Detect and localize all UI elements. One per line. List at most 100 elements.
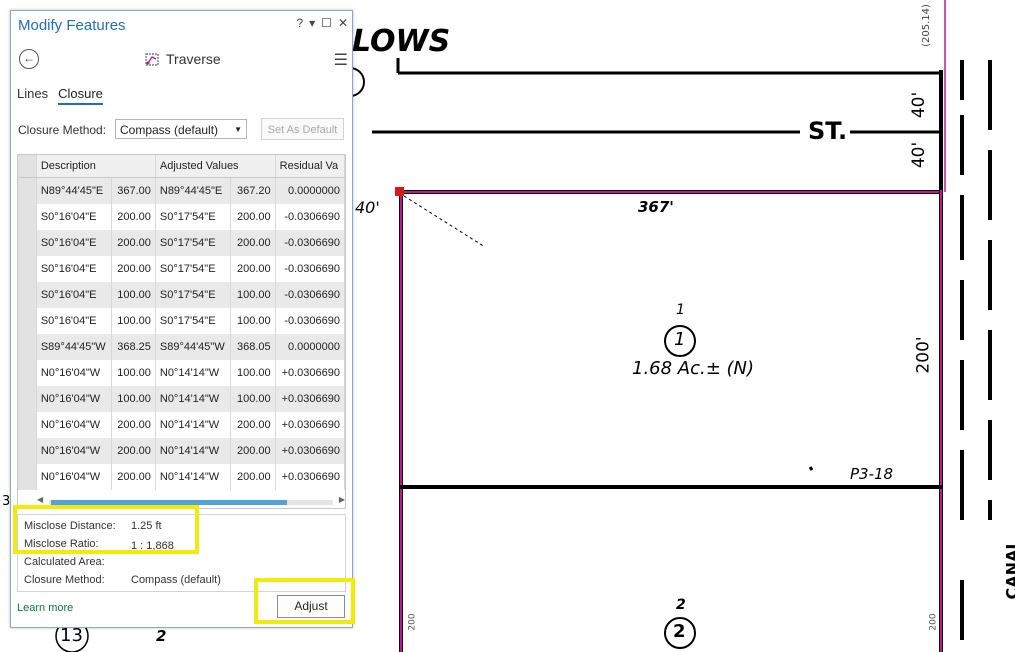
row-header-cell[interactable] [18,230,37,256]
adjusted-bearing-cell[interactable]: N0°14'14"W [155,464,232,490]
adjusted-bearing-cell[interactable]: S0°17'54"E [155,308,232,334]
description-bearing-cell[interactable]: N0°16'04"W [36,360,113,386]
description-distance-cell[interactable]: 100.00 [111,308,156,334]
adjusted-distance-cell[interactable]: 100.00 [230,308,276,334]
residual-cell[interactable]: -0.0306690 [275,204,345,230]
residual-cell[interactable]: -0.0306690 [275,308,345,334]
description-distance-cell[interactable]: 200.00 [111,412,156,438]
description-bearing-cell[interactable]: S0°16'04"E [36,282,113,308]
adjusted-distance-cell[interactable]: 100.00 [230,282,276,308]
description-distance-cell[interactable]: 100.00 [111,282,156,308]
adjusted-distance-cell[interactable]: 200.00 [230,230,276,256]
residual-cell[interactable]: +0.0306690 [275,412,345,438]
adjusted-bearing-cell[interactable]: S0°17'54"E [155,256,232,282]
adjusted-distance-cell[interactable]: 200.00 [230,412,276,438]
row-header-cell[interactable] [18,438,37,464]
description-bearing-cell[interactable]: N89°44'45"E [36,177,113,204]
column-header-adjusted-values[interactable]: Adjusted Values [155,155,276,178]
table-row[interactable]: N0°16'04"W 200.00 N0°14'14"W 200.00 +0.03066… [18,438,345,464]
closure-method-dropdown[interactable]: Compass (default) ▼ [115,119,247,139]
options-dropdown-icon[interactable]: ▾ [309,16,315,30]
description-distance-cell[interactable]: 200.00 [111,230,156,256]
residual-cell[interactable]: +0.0306690 [275,386,345,412]
hamburger-menu-icon[interactable]: ☰ [334,50,348,70]
residual-cell[interactable]: +0.0306690 [275,438,345,464]
tab-closure[interactable]: Closure [58,86,103,105]
adjusted-distance-cell[interactable]: 200.00 [230,256,276,282]
description-distance-cell[interactable]: 200.00 [111,438,156,464]
row-header-cell[interactable] [18,308,37,334]
table-row[interactable]: S0°16'04"E 100.00 S0°17'54"E 100.00 -0.03066… [18,282,345,308]
residual-cell[interactable]: +0.0306690 [275,360,345,386]
table-row[interactable]: S0°16'04"E 100.00 S0°17'54"E 100.00 -0.03066… [18,308,345,334]
table-row[interactable]: N0°16'04"W 100.00 N0°14'14"W 100.00 +0.03066… [18,360,345,386]
close-icon[interactable]: ✕ [338,16,348,30]
adjusted-bearing-cell[interactable]: N0°14'14"W [155,386,232,412]
description-bearing-cell[interactable]: S0°16'04"E [36,308,113,334]
description-distance-cell[interactable]: 200.00 [111,256,156,282]
description-distance-cell[interactable]: 367.00 [111,177,156,204]
adjusted-bearing-cell[interactable]: N0°14'14"W [155,412,232,438]
description-bearing-cell[interactable]: N0°16'04"W [36,438,113,464]
description-distance-cell[interactable]: 200.00 [111,204,156,230]
adjusted-bearing-cell[interactable]: S0°17'54"E [155,230,232,256]
set-as-default-button[interactable]: Set As Default [261,118,344,140]
residual-cell[interactable]: -0.0306690 [275,282,345,308]
description-bearing-cell[interactable]: N0°16'04"W [36,386,113,412]
scroll-right-icon[interactable]: ▶ [339,495,345,504]
learn-more-link[interactable]: Learn more [17,602,73,614]
description-bearing-cell[interactable]: N0°16'04"W [36,412,113,438]
adjusted-bearing-cell[interactable]: N0°14'14"W [155,360,232,386]
maximize-icon[interactable]: ☐ [321,16,332,30]
adjusted-distance-cell[interactable]: 200.00 [230,204,276,230]
help-button[interactable]: ? [296,16,303,30]
adjusted-distance-cell[interactable]: 368.05 [230,334,276,360]
closure-grid[interactable]: Description Adjusted Values Residual Va … [17,154,346,509]
table-row[interactable]: N0°16'04"W 100.00 N0°14'14"W 100.00 +0.03066… [18,386,345,412]
adjusted-distance-cell[interactable]: 200.00 [230,464,276,490]
table-row[interactable]: S0°16'04"E 200.00 S0°17'54"E 200.00 -0.03066… [18,230,345,256]
row-header-cell[interactable] [18,204,37,230]
adjusted-bearing-cell[interactable]: N0°14'14"W [155,438,232,464]
column-header-description[interactable]: Description [36,155,156,178]
table-row[interactable]: S89°44'45"W 368.25 S89°44'45"W 368.05 0.0000… [18,334,345,360]
residual-cell[interactable]: -0.0306690 [275,256,345,282]
row-header-cell[interactable] [18,464,37,490]
adjusted-bearing-cell[interactable]: N89°44'45"E [155,177,232,204]
table-row[interactable]: S0°16'04"E 200.00 S0°17'54"E 200.00 -0.03066… [18,204,345,230]
description-bearing-cell[interactable]: S0°16'04"E [36,204,113,230]
description-bearing-cell[interactable]: N0°16'04"W [36,464,113,490]
row-header-cell[interactable] [18,177,37,204]
description-bearing-cell[interactable]: S0°16'04"E [36,256,113,282]
scroll-left-icon[interactable]: ◀ [37,495,43,504]
description-bearing-cell[interactable]: S89°44'45"W [36,334,113,360]
description-distance-cell[interactable]: 200.00 [111,464,156,490]
row-header-cell[interactable] [18,334,37,360]
description-bearing-cell[interactable]: S0°16'04"E [36,230,113,256]
residual-cell[interactable]: -0.0306690 [275,230,345,256]
back-arrow-icon[interactable]: ← [19,49,39,69]
adjusted-bearing-cell[interactable]: S0°17'54"E [155,204,232,230]
row-header-cell[interactable] [18,282,37,308]
adjusted-distance-cell[interactable]: 200.00 [230,438,276,464]
table-row[interactable]: N89°44'45"E 367.00 N89°44'45"E 367.20 0.0000… [18,177,345,204]
residual-cell[interactable]: 0.0000000 [275,177,345,204]
column-header-residual[interactable]: Residual Va [275,155,345,178]
adjusted-distance-cell[interactable]: 100.00 [230,360,276,386]
table-row[interactable]: S0°16'04"E 200.00 S0°17'54"E 200.00 -0.03066… [18,256,345,282]
adjusted-distance-cell[interactable]: 367.20 [230,177,276,204]
row-header-cell[interactable] [18,386,37,412]
description-distance-cell[interactable]: 100.00 [111,360,156,386]
description-distance-cell[interactable]: 368.25 [111,334,156,360]
table-row[interactable]: N0°16'04"W 200.00 N0°14'14"W 200.00 +0.03066… [18,464,345,490]
adjusted-distance-cell[interactable]: 100.00 [230,386,276,412]
tab-lines[interactable]: Lines [17,86,48,105]
row-header-cell[interactable] [18,360,37,386]
description-distance-cell[interactable]: 100.00 [111,386,156,412]
residual-cell[interactable]: 0.0000000 [275,334,345,360]
table-row[interactable]: N0°16'04"W 200.00 N0°14'14"W 200.00 +0.03066… [18,412,345,438]
adjusted-bearing-cell[interactable]: S0°17'54"E [155,282,232,308]
adjusted-bearing-cell[interactable]: S89°44'45"W [155,334,232,360]
residual-cell[interactable]: +0.0306690 [275,464,345,490]
row-header-cell[interactable] [18,256,37,282]
